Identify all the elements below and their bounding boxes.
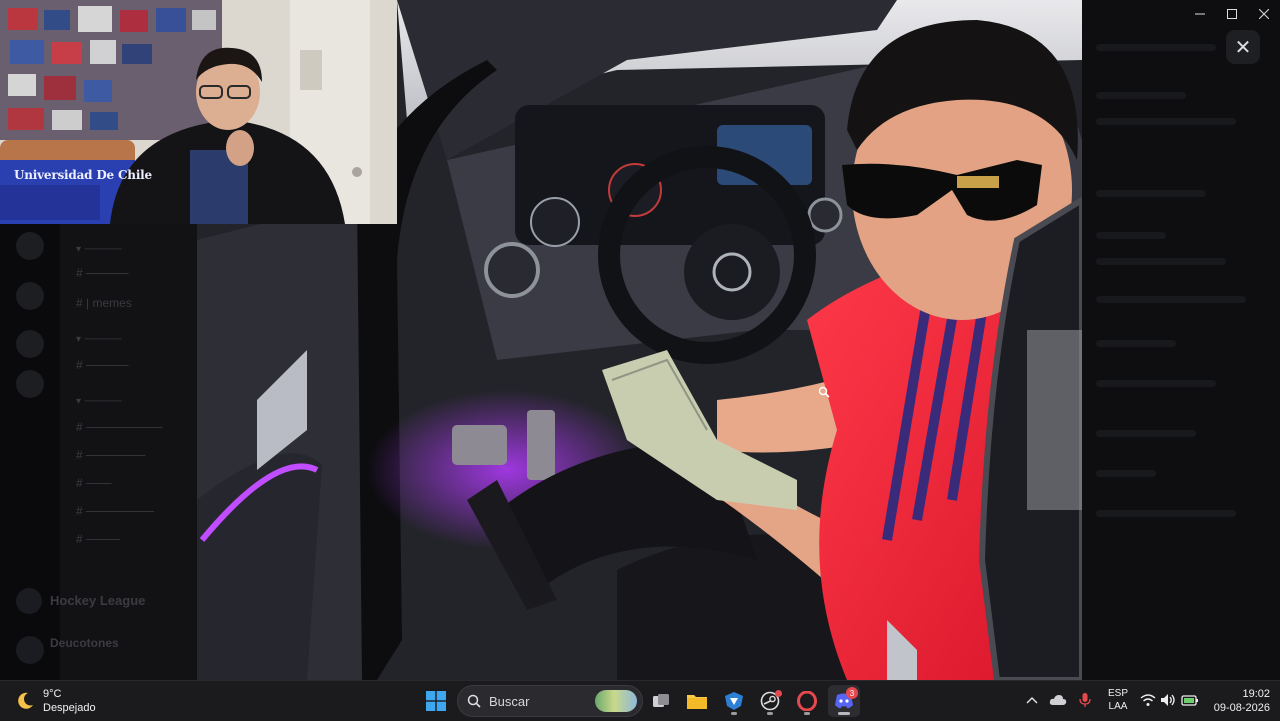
wifi-icon bbox=[1140, 694, 1156, 706]
clock[interactable]: 19:02 09-08-2026 bbox=[1206, 687, 1270, 715]
server-icon[interactable] bbox=[16, 232, 44, 260]
channel-prefix: # bbox=[76, 296, 83, 310]
clock-time: 19:02 bbox=[1242, 688, 1270, 700]
active-indicator bbox=[731, 712, 737, 715]
add-server-icon[interactable] bbox=[16, 330, 44, 358]
rocket-league-icon bbox=[725, 692, 743, 710]
channel-item[interactable]: # ──── bbox=[76, 532, 120, 546]
input-language[interactable]: ESP LAA bbox=[1107, 687, 1129, 713]
member-line bbox=[1096, 118, 1236, 125]
channel-category[interactable]: ▾ ───── bbox=[76, 396, 122, 407]
chevron-up-icon bbox=[1026, 697, 1038, 704]
explore-icon[interactable] bbox=[16, 370, 44, 398]
member-line bbox=[1096, 380, 1216, 387]
maximize-button[interactable] bbox=[1216, 0, 1248, 28]
microphone-button[interactable] bbox=[1076, 691, 1094, 709]
member-line bbox=[1096, 430, 1196, 437]
search-icon bbox=[467, 694, 481, 708]
member-line bbox=[1096, 510, 1236, 517]
folder-icon bbox=[687, 695, 707, 709]
channel-item[interactable]: # ──────── bbox=[76, 504, 154, 518]
channel-item[interactable]: # ─────── bbox=[76, 448, 146, 462]
minimize-button[interactable] bbox=[1184, 0, 1216, 28]
battery-button[interactable] bbox=[1181, 691, 1199, 709]
active-indicator bbox=[804, 712, 810, 715]
member-line bbox=[1096, 232, 1166, 239]
avatar[interactable] bbox=[16, 636, 44, 664]
member-line bbox=[1096, 44, 1216, 51]
webcam-photo bbox=[0, 0, 397, 224]
user-name: Deucotones bbox=[50, 636, 119, 650]
active-indicator bbox=[767, 712, 773, 715]
cloud-icon bbox=[1049, 695, 1067, 705]
channel-item-memes[interactable]: # | memes bbox=[76, 296, 132, 310]
discord-button[interactable]: 3 bbox=[828, 685, 860, 717]
weather-temperature: 9°C bbox=[43, 688, 62, 700]
notification-badge: 3 bbox=[846, 687, 858, 699]
battery-charging-icon bbox=[1181, 695, 1198, 706]
channel-item[interactable]: # ───────── bbox=[76, 420, 163, 434]
speaker-icon bbox=[1161, 694, 1175, 706]
member-list bbox=[1082, 0, 1280, 680]
weather-description: Despejado bbox=[43, 702, 96, 714]
windows-logo-icon bbox=[426, 691, 446, 711]
steam-button[interactable] bbox=[754, 685, 786, 717]
rocket-league-button[interactable] bbox=[718, 685, 750, 717]
member-line bbox=[1096, 296, 1246, 303]
member-line bbox=[1096, 470, 1156, 477]
search-placeholder: Buscar bbox=[489, 694, 530, 709]
maximize-icon bbox=[1227, 9, 1237, 19]
file-explorer-button[interactable] bbox=[681, 685, 713, 717]
member-line bbox=[1096, 258, 1226, 265]
microphone-icon bbox=[1079, 693, 1091, 707]
onedrive-button[interactable] bbox=[1049, 691, 1067, 709]
clock-date: 09-08-2026 bbox=[1213, 702, 1270, 714]
show-hidden-icons-button[interactable] bbox=[1023, 691, 1041, 709]
start-button[interactable] bbox=[420, 685, 452, 717]
opera-button[interactable] bbox=[791, 685, 823, 717]
webcam-overlay: Universidad De Chile bbox=[0, 0, 397, 224]
flag-text: Universidad De Chile bbox=[14, 168, 152, 182]
close-icon bbox=[1259, 9, 1269, 19]
server-icon[interactable] bbox=[16, 282, 44, 310]
server-name[interactable]: Hockey League bbox=[50, 593, 145, 608]
notification-dot bbox=[775, 690, 782, 697]
channel-item[interactable]: # ─── bbox=[76, 476, 112, 490]
close-icon: ✕ bbox=[1234, 36, 1252, 59]
language-code: ESP bbox=[1107, 688, 1128, 699]
task-view-button[interactable] bbox=[645, 685, 677, 717]
channel-item[interactable]: # ───── bbox=[76, 358, 129, 372]
search-highlight-image bbox=[595, 690, 637, 712]
opera-icon bbox=[797, 691, 817, 711]
task-view-icon bbox=[653, 694, 669, 707]
close-viewer-button[interactable]: ✕ bbox=[1226, 30, 1260, 64]
channel-category[interactable]: ▾ ───── bbox=[76, 244, 122, 255]
keyboard-layout: LAA bbox=[1108, 701, 1128, 712]
active-indicator bbox=[838, 712, 850, 715]
moon-icon bbox=[18, 692, 33, 709]
taskbar: 9°C Despejado Buscar 3 ESP LAA 19:02 09-… bbox=[0, 680, 1280, 721]
channel-label: | memes bbox=[86, 296, 132, 310]
close-window-button[interactable] bbox=[1248, 0, 1280, 28]
volume-button[interactable] bbox=[1159, 691, 1177, 709]
search-input[interactable]: Buscar bbox=[457, 685, 643, 717]
member-line bbox=[1096, 190, 1206, 197]
channel-item[interactable]: # ───── bbox=[76, 266, 129, 280]
zoom-cursor-icon bbox=[818, 386, 830, 398]
channel-category[interactable]: ▾ ───── bbox=[76, 334, 122, 345]
server-logo bbox=[16, 588, 42, 614]
wifi-button[interactable] bbox=[1139, 691, 1157, 709]
window-controls bbox=[1184, 0, 1280, 28]
member-line bbox=[1096, 340, 1176, 347]
minimize-icon bbox=[1195, 13, 1205, 15]
member-line bbox=[1096, 92, 1186, 99]
user-panel[interactable]: Deucotones bbox=[16, 632, 196, 672]
